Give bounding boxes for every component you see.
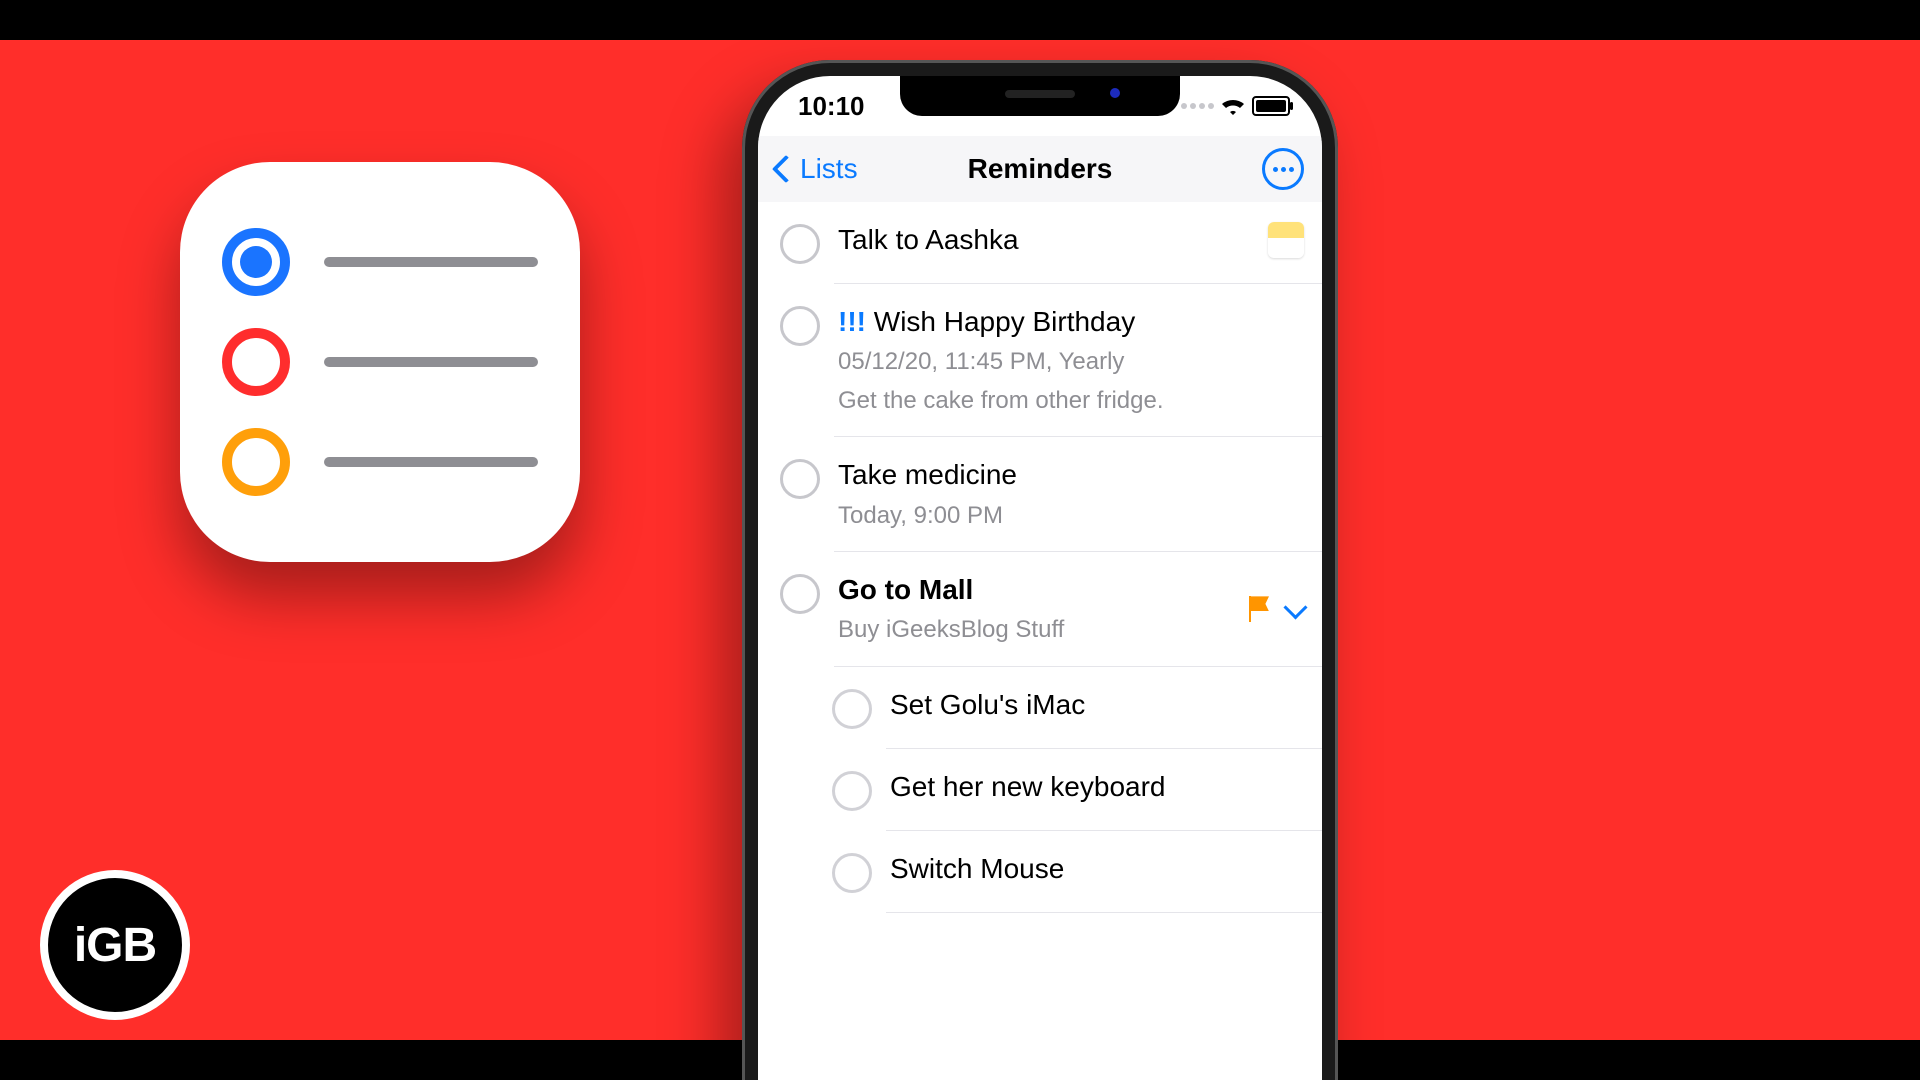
nav-bar: Lists Reminders (758, 136, 1322, 203)
back-label: Lists (800, 153, 858, 185)
bullet-blue-icon (222, 228, 290, 296)
more-button[interactable] (1262, 148, 1304, 190)
battery-icon (1252, 96, 1290, 116)
reminder-subitem[interactable]: Get her new keyboard (758, 749, 1322, 831)
bullet-red-icon (222, 328, 290, 396)
notes-attachment-icon[interactable] (1268, 222, 1304, 258)
app-icon-row (222, 428, 538, 496)
status-right (1181, 91, 1290, 122)
status-time: 10:10 (798, 91, 865, 122)
reminder-note: Buy iGeeksBlog Stuff (838, 614, 1231, 646)
reminder-item[interactable]: Talk to Aashka (758, 202, 1322, 284)
app-icon-row (222, 328, 538, 396)
reminder-title: Take medicine (838, 457, 1304, 493)
checkbox-circle-icon[interactable] (780, 306, 820, 346)
reminder-title: Go to Mall (838, 572, 1231, 608)
phone-screen: 10:10 Lists Reminders (758, 76, 1322, 1080)
reminder-item[interactable]: Go to Mall Buy iGeeksBlog Stuff (758, 552, 1322, 667)
reminder-title: Set Golu's iMac (890, 687, 1304, 723)
divider (886, 912, 1322, 913)
checkbox-circle-icon[interactable] (832, 853, 872, 893)
chevron-left-icon (772, 155, 800, 183)
reminder-note: Get the cake from other fridge. (838, 385, 1304, 417)
reminder-meta: 05/12/20, 11:45 PM, Yearly (838, 346, 1304, 378)
wifi-icon (1222, 91, 1244, 122)
bullet-orange-icon (222, 428, 290, 496)
back-button[interactable]: Lists (776, 153, 858, 185)
reminder-meta: Today, 9:00 PM (838, 500, 1304, 532)
reminder-title: Switch Mouse (890, 851, 1304, 887)
signal-dots-icon (1181, 103, 1214, 109)
igb-logo: iGB (40, 870, 190, 1020)
phone-notch (900, 76, 1180, 116)
checkbox-circle-icon[interactable] (780, 459, 820, 499)
reminder-item[interactable]: Take medicine Today, 9:00 PM (758, 437, 1322, 552)
reminder-title: Wish Happy Birthday (874, 306, 1135, 337)
checkbox-circle-icon[interactable] (832, 689, 872, 729)
letterbox-top (0, 0, 1920, 40)
app-icon-line (324, 357, 538, 367)
app-icon-row (222, 228, 538, 296)
reminder-item[interactable]: !!! Wish Happy Birthday 05/12/20, 11:45 … (758, 284, 1322, 437)
checkbox-circle-icon[interactable] (832, 771, 872, 811)
checkbox-circle-icon[interactable] (780, 574, 820, 614)
reminder-subitem[interactable]: Switch Mouse (758, 831, 1322, 913)
reminders-list[interactable]: Talk to Aashka !!! Wish Happy Birthday 0… (758, 202, 1322, 1080)
phone-frame: 10:10 Lists Reminders (742, 60, 1338, 1080)
reminder-title: Get her new keyboard (890, 769, 1304, 805)
chevron-down-icon[interactable] (1283, 595, 1307, 619)
reminders-app-icon (180, 162, 580, 562)
flag-icon (1249, 596, 1269, 622)
app-icon-line (324, 257, 538, 267)
reminder-subitem[interactable]: Set Golu's iMac (758, 667, 1322, 749)
checkbox-circle-icon[interactable] (780, 224, 820, 264)
app-icon-line (324, 457, 538, 467)
reminder-title: Talk to Aashka (838, 222, 1019, 258)
priority-indicator: !!! (838, 306, 866, 337)
